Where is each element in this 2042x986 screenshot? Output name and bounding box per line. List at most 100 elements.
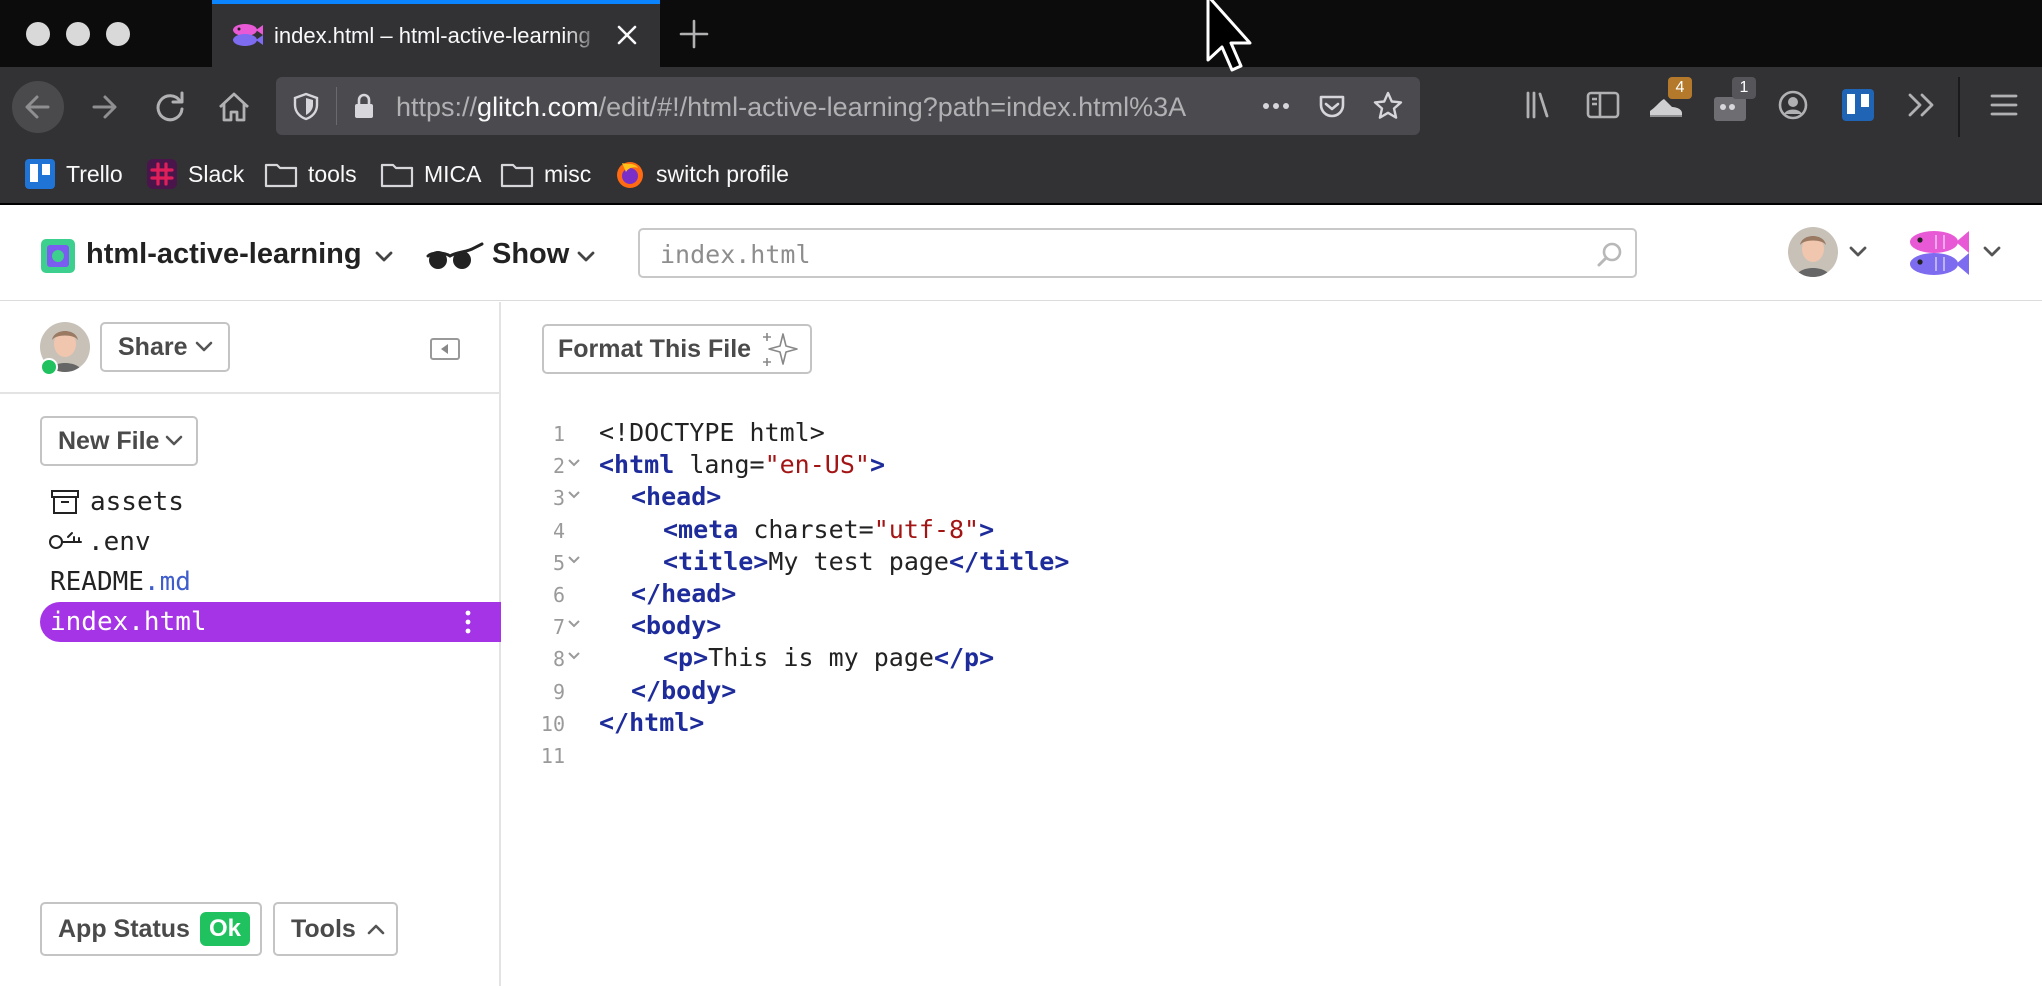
notes-extension-button[interactable]: 1 [1710,77,1756,125]
code-area[interactable]: 1 <!DOCTYPE html> 2 <html lang="en-US"> … [503,418,1603,772]
mouse-cursor-icon [1206,0,1252,72]
bookmarks-bar: Trello Slack tools MICA misc switch prof… [0,147,2042,203]
url-path: /edit/#!/html-active-learning?path=index… [598,92,1187,122]
forward-arrow-icon[interactable] [80,81,132,133]
overflow-chevron-icon[interactable] [1902,85,1942,125]
project-menu-chevron-icon[interactable] [374,250,394,264]
glitch-fish-logo-icon[interactable] [1906,225,1970,281]
user-avatar[interactable] [1788,227,1838,277]
reload-icon[interactable] [144,81,196,133]
format-file-label: Format This File [558,334,752,363]
new-file-label: New File [58,426,160,455]
editor-header: html-active-learning Show index.html [0,205,2042,301]
file-options-icon[interactable] [465,608,471,636]
sidebar-toggle-icon[interactable] [1583,85,1623,125]
tag-token: > [869,450,885,480]
line-number: 4 [552,518,565,543]
browser-tab-active[interactable]: index.html – html-active-learning [212,0,660,67]
window-close-button[interactable] [26,22,50,46]
back-button[interactable] [12,81,64,133]
browser-navbar: https://glitch.com/edit/#!/html-active-l… [0,67,2042,147]
more-actions-icon[interactable] [1260,90,1292,122]
fold-chevron-icon[interactable] [567,553,581,567]
home-icon[interactable] [208,81,260,133]
window-minimize-button[interactable] [66,22,90,46]
account-icon[interactable] [1773,85,1813,125]
file-name: index.html [50,607,207,637]
bookmark-label: Slack [188,160,245,187]
bookmark-star-icon[interactable] [1372,90,1404,122]
bookmark-label: Trello [66,160,123,187]
file-item-assets[interactable]: assets [40,482,501,522]
show-menu-chevron-icon[interactable] [576,250,596,264]
code-line: 10 </html> [503,708,1603,740]
share-button[interactable]: Share [100,322,230,372]
library-icon[interactable] [1520,85,1560,125]
collapse-triangle-icon [441,344,448,354]
string-token: "utf-8" [873,514,980,544]
file-item-index-html[interactable]: index.html [40,602,501,642]
code-line: 5 <title>My test page</title> [503,547,1603,579]
lock-icon[interactable] [348,90,380,122]
share-label: Share [118,332,188,361]
user-menu-chevron-icon[interactable] [1848,245,1868,259]
trello-extension-icon[interactable] [1838,85,1878,125]
chevron-up-icon [367,924,385,935]
notes-count-badge: 1 [1732,77,1756,99]
code-text: </html> [599,708,704,737]
app-status-badge: Ok [199,912,250,946]
text-token: This is my page [708,643,934,673]
fold-chevron-icon[interactable] [567,617,581,631]
code-line: 7 <body> [503,611,1603,643]
file-search-input[interactable]: index.html [638,228,1637,278]
collapse-sidebar-button[interactable] [430,338,460,360]
tag-token: </body> [631,675,737,705]
sunglasses-icon[interactable] [424,240,484,274]
folder-icon [500,163,534,188]
new-tab-icon[interactable] [676,16,712,52]
show-button[interactable]: Show [492,238,569,271]
search-icon[interactable] [1595,240,1625,270]
fold-chevron-icon[interactable] [567,456,581,470]
hamburger-menu-icon[interactable] [1984,85,2024,125]
line-number: 9 [552,679,565,704]
file-item-env[interactable]: .env [40,522,501,562]
tools-button[interactable]: Tools [273,902,398,956]
bookmark-folder-misc[interactable]: misc [500,157,591,191]
pocket-icon[interactable] [1316,90,1348,122]
file-item-readme[interactable]: README .md [40,562,501,602]
fold-chevron-icon[interactable] [567,488,581,502]
new-file-button[interactable]: New File [40,416,198,466]
tag-token: <meta [663,514,739,544]
text-token: My test page [768,546,949,576]
url-text[interactable]: https://glitch.com/edit/#!/html-active-l… [396,92,1248,123]
line-number: 5 [552,550,565,575]
search-value: index.html [660,240,811,269]
code-line: 9 </body> [503,676,1603,708]
project-name[interactable]: html-active-learning [86,238,362,271]
tracking-shield-icon[interactable] [290,90,322,122]
extension-button[interactable]: 4 [1646,77,1692,125]
tag-token: > [979,514,995,544]
glitch-menu-chevron-icon[interactable] [1982,245,2002,259]
bookmark-slack[interactable]: Slack [146,157,244,191]
project-avatar-icon[interactable] [40,238,76,274]
bookmark-folder-tools[interactable]: tools [264,157,357,191]
app-status-label: App Status [58,914,190,943]
code-text: <p>This is my page</p> [663,643,994,672]
close-tab-icon[interactable] [612,20,642,50]
code-line: 6 </head> [503,579,1603,611]
fold-chevron-icon[interactable] [567,649,581,663]
bookmark-folder-mica[interactable]: MICA [380,157,482,191]
line-number: 6 [552,582,565,607]
bookmark-trello[interactable]: Trello [24,157,123,191]
key-icon [49,532,82,549]
file-extension: .md [143,567,191,597]
tag-token: <head> [631,482,722,512]
tag-token: </html> [599,707,705,737]
format-file-button[interactable]: Format This File [542,324,812,374]
bookmark-switch-profile[interactable]: switch profile [614,157,789,191]
app-status-button[interactable]: App Status Ok [40,902,262,956]
code-text: <meta charset="utf-8"> [663,515,994,544]
window-zoom-button[interactable] [106,22,130,46]
